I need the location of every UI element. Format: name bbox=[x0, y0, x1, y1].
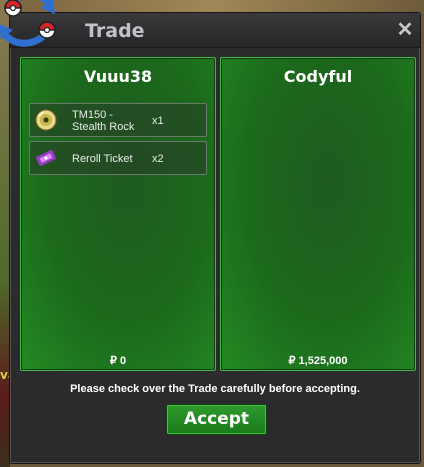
right-player-name: Codyful bbox=[283, 67, 353, 86]
close-icon: ✕ bbox=[396, 19, 414, 41]
right-money-offer: ₽ 1,525,000 bbox=[288, 355, 348, 367]
close-button[interactable]: ✕ bbox=[394, 19, 416, 41]
trade-item[interactable]: TM150 - Stealth Rock x1 bbox=[29, 103, 207, 137]
disc-icon bbox=[35, 109, 57, 131]
window-title: Trade bbox=[85, 20, 145, 42]
accept-button[interactable]: Accept bbox=[166, 404, 267, 435]
ticket-icon bbox=[36, 150, 56, 166]
item-name: TM150 - Stealth Rock bbox=[72, 109, 135, 133]
left-player-name: Vuuu38 bbox=[83, 67, 153, 86]
item-name: Reroll Ticket bbox=[72, 153, 133, 165]
trade-logo-icon bbox=[0, 0, 56, 47]
trade-window: Trade ✕ Vuuu38 TM150 - Stealth Rock x1 R… bbox=[9, 12, 421, 464]
left-money-offer: ₽ 0 bbox=[109, 355, 127, 367]
title-bar[interactable]: Trade ✕ bbox=[10, 13, 420, 48]
background-top bbox=[0, 0, 424, 12]
trade-item[interactable]: Reroll Ticket x2 bbox=[29, 141, 207, 175]
left-trade-panel: Vuuu38 TM150 - Stealth Rock x1 Reroll Ti… bbox=[20, 57, 216, 371]
trade-notice: Please check over the Trade carefully be… bbox=[70, 383, 360, 395]
right-trade-panel: Codyful ₽ 1,525,000 bbox=[220, 57, 416, 371]
item-quantity: x1 bbox=[152, 115, 164, 127]
item-quantity: x2 bbox=[152, 153, 164, 165]
